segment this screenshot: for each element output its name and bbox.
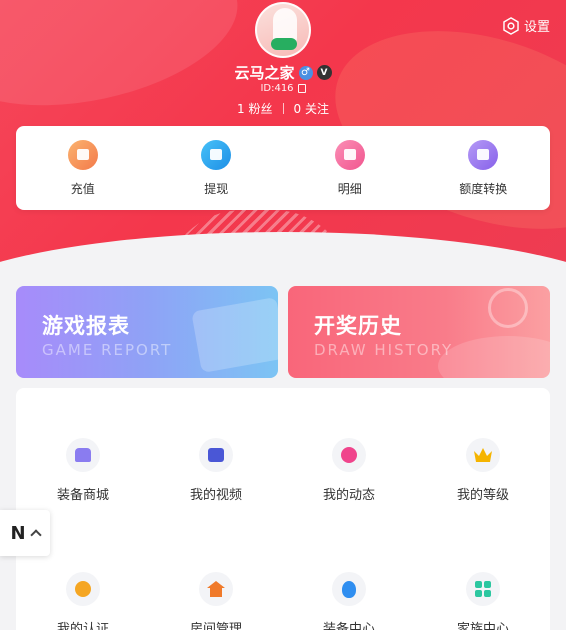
family-grid-icon (466, 572, 500, 606)
feature-menu-card: 装备商城 我的视频 我的动态 我的等级 我的认证 房间管理 装备中心 家族中心 (16, 388, 550, 630)
vip-badge-icon: V (316, 65, 332, 80)
follows-count[interactable]: 0 关注 (294, 100, 329, 117)
video-icon (199, 438, 233, 472)
menu-item-label: 家族中心 (456, 622, 509, 630)
house-glyph (207, 581, 225, 597)
chevron-up-icon (29, 529, 42, 541)
menu-item-label: 我的认证 (56, 622, 109, 630)
settings-button[interactable]: 设置 (502, 16, 550, 35)
banner-title: 游戏报表 (42, 314, 130, 338)
details-icon (334, 139, 365, 170)
banner-subtitle: GAME REPORT (42, 341, 173, 359)
header-bottom-curve (0, 232, 566, 276)
house-icon (199, 572, 233, 606)
menu-item-label: 房间管理 (189, 622, 242, 630)
game-report-banner[interactable]: 游戏报表 GAME REPORT (16, 286, 278, 378)
gear-icon (503, 16, 519, 35)
withdraw-button[interactable]: 提现 (156, 139, 276, 197)
recharge-label: 充值 (70, 181, 95, 196)
banner-subtitle: DRAW HISTORY (314, 341, 454, 359)
username-row: 云马之家 ♂ V (0, 62, 566, 83)
male-gender-icon: ♂ (298, 65, 313, 80)
recharge-button[interactable]: 充值 (23, 139, 143, 197)
transfer-icon (468, 139, 499, 170)
floating-button-label: N (10, 522, 26, 544)
recharge-icon (67, 139, 98, 170)
quota-transfer-label: 额度转换 (459, 181, 508, 196)
menu-item-my-videos[interactable]: 我的视频 (149, 438, 283, 503)
menu-item-my-level[interactable]: 我的等级 (416, 438, 550, 503)
username: 云马之家 (234, 64, 295, 82)
floating-collapse-button[interactable]: N (0, 510, 50, 556)
banner-title: 开奖历史 (314, 314, 402, 338)
menu-item-equipment-store[interactable]: 装备商城 (16, 438, 150, 503)
settings-label: 设置 (523, 20, 550, 35)
banner-decoration (438, 336, 550, 378)
live-badge-icon (271, 38, 297, 50)
menu-item-label: 装备商城 (56, 488, 109, 503)
report-illustration (191, 297, 278, 373)
store-icon (66, 438, 100, 472)
menu-item-label: 装备中心 (322, 622, 375, 630)
banner-ring-decoration (488, 288, 528, 328)
certification-icon (66, 572, 100, 606)
menu-item-my-certification[interactable]: 我的认证 (16, 572, 150, 630)
social-stats: 1 粉丝 0 关注 (0, 100, 566, 117)
avatar[interactable] (255, 2, 311, 58)
menu-item-family-center[interactable]: 家族中心 (416, 572, 550, 630)
crown-glyph (474, 448, 492, 462)
details-button[interactable]: 明细 (290, 139, 410, 197)
user-id: ID:416 (260, 83, 294, 94)
menu-item-label: 我的视频 (189, 488, 242, 503)
user-id-row: ID:416 (0, 83, 566, 94)
menu-item-label: 我的动态 (322, 488, 375, 503)
draw-history-banner[interactable]: 开奖历史 DRAW HISTORY (288, 286, 550, 378)
menu-item-equipment-center[interactable]: 装备中心 (282, 572, 416, 630)
grid-glyph (475, 581, 491, 597)
balloon-icon (332, 572, 366, 606)
copy-icon[interactable] (297, 84, 306, 93)
details-label: 明细 (337, 181, 362, 196)
withdraw-label: 提现 (204, 181, 229, 196)
menu-item-label: 我的等级 (456, 488, 509, 503)
fans-count[interactable]: 1 粉丝 (237, 100, 272, 117)
divider (282, 103, 284, 114)
menu-item-my-moments[interactable]: 我的动态 (282, 438, 416, 503)
crown-icon (466, 438, 500, 472)
menu-item-room-management[interactable]: 房间管理 (149, 572, 283, 630)
withdraw-icon (201, 139, 232, 170)
quota-transfer-button[interactable]: 额度转换 (423, 139, 543, 197)
moments-icon (332, 438, 366, 472)
wallet-actions-card: 充值 提现 明细 额度转换 (16, 126, 550, 210)
